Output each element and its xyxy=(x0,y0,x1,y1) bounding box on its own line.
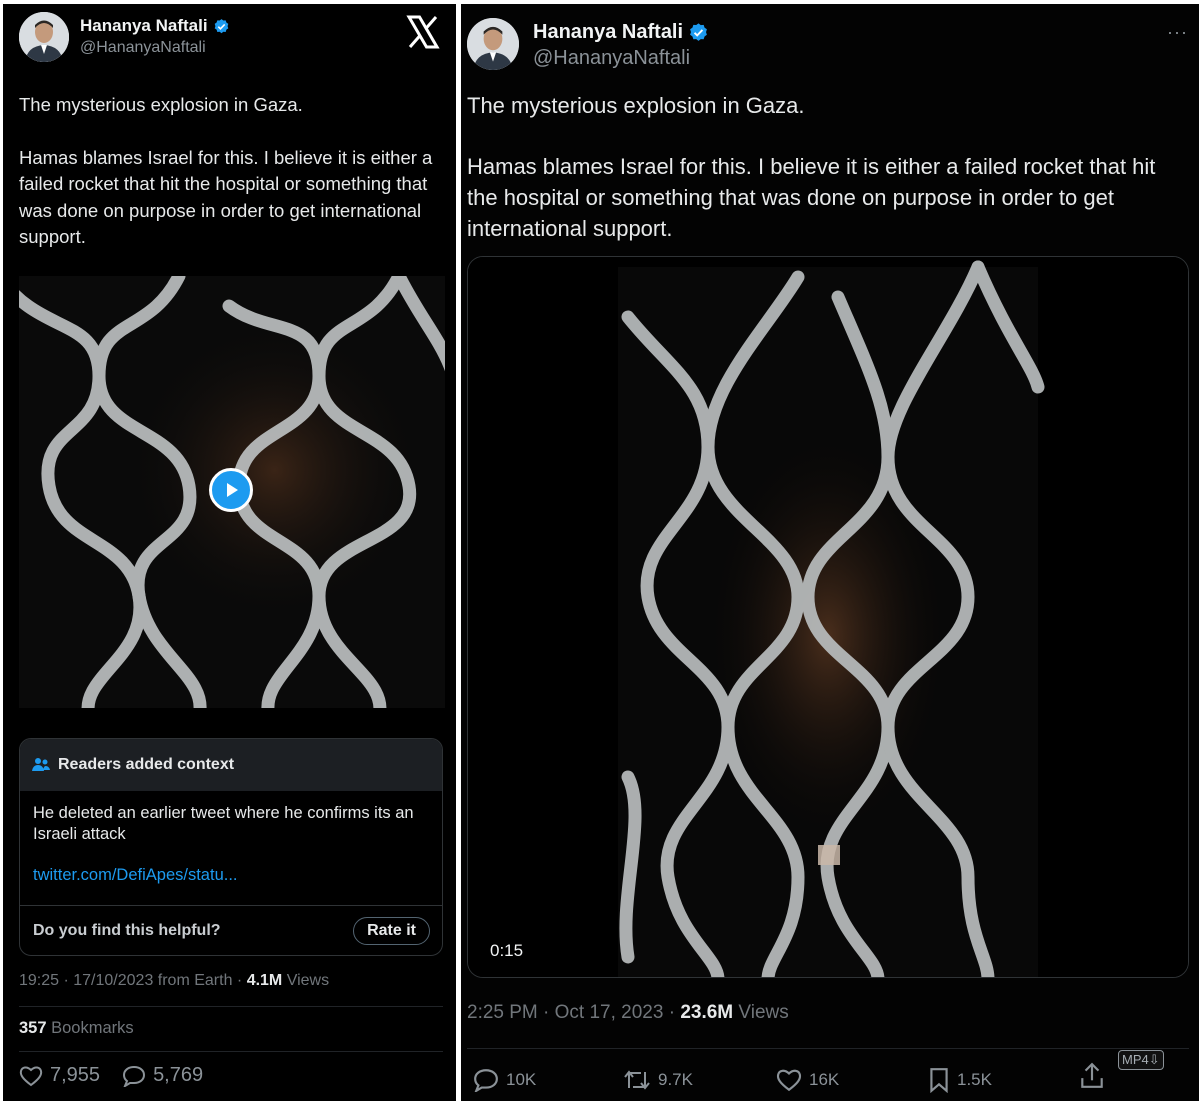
community-notes-text: He deleted an earlier tweet where he con… xyxy=(33,804,414,843)
tweet-line-2: Hamas blames Israel for this. I believe … xyxy=(19,146,433,248)
video-player[interactable]: 0:15 xyxy=(467,256,1189,978)
rate-it-button[interactable]: Rate it xyxy=(353,916,430,945)
author-name[interactable]: Hananya Naftali xyxy=(533,21,683,44)
tweet-line-1: The mysterious explosion in Gaza. xyxy=(467,93,805,118)
like-count: 16K xyxy=(809,1070,840,1089)
reply-count: 10K xyxy=(506,1070,537,1089)
author-name[interactable]: Hananya Naftali xyxy=(80,16,208,36)
reply-icon xyxy=(474,1069,498,1092)
video-frame xyxy=(468,257,1188,977)
x-logo-icon xyxy=(406,15,440,49)
share-icon[interactable] xyxy=(1079,1062,1105,1090)
reply-stat[interactable]: 5,769 xyxy=(122,1064,203,1087)
community-notes-box: Readers added context He deleted an earl… xyxy=(19,738,443,956)
community-notes-footer: Do you find this helpful? Rate it xyxy=(20,905,442,955)
divider xyxy=(467,1048,1189,1049)
tweet-timestamp[interactable]: 19:25 · 17/10/2023 from Earth · xyxy=(19,972,247,989)
heart-icon xyxy=(19,1066,43,1086)
avatar-icon xyxy=(467,18,519,70)
divider xyxy=(19,1006,443,1007)
author-name-row[interactable]: Hananya Naftali xyxy=(533,21,709,44)
video-duration: 0:15 xyxy=(490,941,524,960)
bookmarks-count: 357 xyxy=(19,1019,47,1037)
tweet-text: The mysterious explosion in Gaza. Hamas … xyxy=(467,90,1187,244)
views-count: 4.1M xyxy=(246,972,283,989)
tweet-meta: 2:25 PM · Oct 17, 2023 · 23.6M Views xyxy=(467,1002,789,1024)
right-tweet-screenshot: Hananya Naftali @HananyaNaftali ··· The … xyxy=(461,4,1199,1101)
verified-badge-icon xyxy=(688,22,709,43)
mp4-download-badge[interactable]: MP4⇩ xyxy=(1118,1050,1164,1070)
helpful-question: Do you find this helpful? xyxy=(33,921,221,939)
play-icon xyxy=(227,483,238,497)
bookmark-count: 1.5K xyxy=(957,1070,992,1089)
reply-count: 5,769 xyxy=(153,1064,204,1086)
avatar-icon xyxy=(19,12,69,62)
community-notes-header: Readers added context xyxy=(20,739,442,791)
like-count: 7,955 xyxy=(50,1064,101,1086)
tweet-line-1: The mysterious explosion in Gaza. xyxy=(19,94,303,115)
left-tweet-screenshot: Hananya Naftali @HananyaNaftali The myst… xyxy=(3,4,456,1101)
reply-stat[interactable]: 10K xyxy=(473,1064,536,1096)
like-stat[interactable]: 7,955 xyxy=(19,1064,100,1087)
verified-badge-icon xyxy=(213,18,230,35)
heart-icon xyxy=(776,1069,802,1092)
reply-icon xyxy=(123,1065,146,1087)
tweet-line-2: Hamas blames Israel for this. I believe … xyxy=(467,154,1156,241)
divider xyxy=(19,1051,443,1052)
tweet-meta: 19:25 · 17/10/2023 from Earth · 4.1M Vie… xyxy=(19,972,329,990)
avatar[interactable] xyxy=(19,12,69,62)
bookmark-stat[interactable]: 1.5K xyxy=(928,1064,992,1096)
community-notes-title: Readers added context xyxy=(58,756,235,773)
bookmarks-label: Bookmarks xyxy=(46,1019,134,1037)
action-bar: 10K 9.7K 16K 1.5K xyxy=(473,1064,1113,1096)
people-icon xyxy=(32,758,50,771)
views-label: Views xyxy=(733,1002,789,1023)
views-label: Views xyxy=(282,972,330,989)
action-bar: 7,955 5,769 xyxy=(19,1064,203,1087)
author-handle[interactable]: @HananyaNaftali xyxy=(80,39,206,57)
views-count: 23.6M xyxy=(680,1002,734,1023)
bookmark-icon xyxy=(930,1068,948,1093)
more-options-button[interactable]: ··· xyxy=(1167,22,1188,43)
author-handle[interactable]: @HananyaNaftali xyxy=(533,47,690,70)
author-name-row[interactable]: Hananya Naftali xyxy=(80,16,230,36)
community-notes-link[interactable]: twitter.com/DefiApes/statu... xyxy=(33,865,428,886)
avatar[interactable] xyxy=(467,18,519,70)
tweet-text: The mysterious explosion in Gaza. Hamas … xyxy=(19,92,449,251)
repost-icon xyxy=(624,1070,650,1090)
bookmarks-stat[interactable]: 357 Bookmarks xyxy=(19,1019,134,1038)
like-stat[interactable]: 16K xyxy=(776,1064,839,1096)
play-button[interactable] xyxy=(209,468,253,512)
repost-count: 9.7K xyxy=(658,1070,693,1089)
tweet-timestamp[interactable]: 2:25 PM · Oct 17, 2023 · xyxy=(467,1002,680,1023)
community-notes-body: He deleted an earlier tweet where he con… xyxy=(20,791,442,886)
repost-stat[interactable]: 9.7K xyxy=(623,1064,693,1096)
